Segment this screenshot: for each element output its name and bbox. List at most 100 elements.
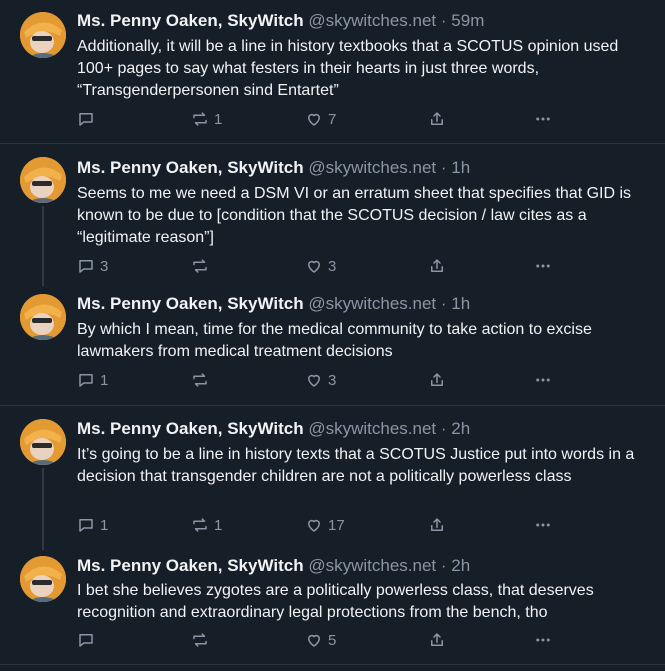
post-text: It’s going to be a line in history texts… — [77, 446, 635, 485]
like-button[interactable]: 3 — [305, 256, 336, 276]
reply-icon — [79, 634, 93, 647]
repost-button[interactable] — [191, 256, 214, 276]
post[interactable]: Ms. Penny Oaken, SkyWitch @skywitches.ne… — [0, 144, 665, 286]
post-time[interactable]: 2h — [451, 556, 470, 575]
author-handle[interactable]: @skywitches.net — [308, 158, 436, 177]
reply-icon — [79, 374, 93, 387]
more-button[interactable] — [534, 370, 552, 390]
post-time[interactable]: 2h — [451, 419, 470, 438]
repost-icon — [193, 373, 207, 387]
post-text: By which I mean, time for the medical co… — [77, 321, 592, 360]
repost-button[interactable]: 1 — [191, 515, 222, 535]
post-header: Ms. Penny Oaken, SkyWitch @skywitches.ne… — [77, 555, 470, 577]
post[interactable]: Ms. Penny Oaken, SkyWitch @skywitches.ne… — [0, 406, 665, 550]
more-button[interactable] — [534, 630, 552, 650]
more-icon — [536, 638, 550, 642]
reply-icon — [79, 260, 93, 273]
repost-count: 1 — [214, 516, 223, 534]
reply-button[interactable]: 1 — [77, 370, 108, 390]
share-button[interactable] — [428, 630, 446, 650]
avatar-image — [20, 419, 66, 465]
post-actions: 3 3 — [77, 256, 557, 276]
post-header: Ms. Penny Oaken, SkyWitch @skywitches.ne… — [77, 418, 470, 440]
repost-icon — [193, 633, 207, 647]
like-count: 17 — [328, 516, 345, 534]
post-time[interactable]: 59m — [451, 11, 484, 30]
like-count: 7 — [328, 110, 337, 128]
more-button[interactable] — [534, 109, 552, 129]
more-icon — [536, 523, 550, 527]
avatar[interactable] — [20, 294, 66, 340]
thread-line — [42, 468, 44, 550]
share-icon — [431, 259, 443, 272]
reply-button[interactable] — [77, 109, 100, 129]
author-name[interactable]: Ms. Penny Oaken, SkyWitch — [77, 294, 304, 313]
reply-count: 1 — [100, 516, 109, 534]
share-button[interactable] — [428, 109, 446, 129]
like-button[interactable]: 7 — [305, 109, 336, 129]
separator-dot: · — [440, 556, 447, 575]
reply-button[interactable]: 3 — [77, 256, 108, 276]
more-button[interactable] — [534, 515, 552, 535]
repost-icon — [193, 259, 207, 273]
author-handle[interactable]: @skywitches.net — [308, 294, 436, 313]
author-name[interactable]: Ms. Penny Oaken, SkyWitch — [77, 158, 304, 177]
heart-icon — [308, 374, 320, 387]
reply-count: 1 — [100, 371, 109, 389]
post-text: I bet she believes zygotes are a politic… — [77, 582, 594, 621]
avatar[interactable] — [20, 157, 66, 203]
post[interactable]: Ms. Penny Oaken, SkyWitch @skywitches.ne… — [0, 544, 665, 664]
author-handle[interactable]: @skywitches.net — [308, 556, 436, 575]
post[interactable]: Ms. Penny Oaken, SkyWitch @skywitches.ne… — [0, 281, 665, 405]
like-button[interactable]: 3 — [305, 370, 336, 390]
more-button[interactable] — [534, 256, 552, 276]
post-header: Ms. Penny Oaken, SkyWitch @skywitches.ne… — [77, 157, 470, 179]
separator-dot: · — [440, 294, 447, 313]
separator-dot: · — [440, 419, 447, 438]
avatar-image — [20, 556, 66, 602]
share-button[interactable] — [428, 256, 446, 276]
repost-button[interactable] — [191, 370, 214, 390]
author-name[interactable]: Ms. Penny Oaken, SkyWitch — [77, 419, 304, 438]
share-icon — [431, 633, 443, 646]
like-button[interactable]: 17 — [305, 515, 345, 535]
share-button[interactable] — [428, 370, 446, 390]
share-button[interactable] — [428, 515, 446, 535]
reply-button[interactable]: 1 — [77, 515, 108, 535]
share-icon — [431, 112, 443, 125]
avatar-image — [20, 294, 66, 340]
reply-button[interactable] — [77, 630, 100, 650]
like-count: 3 — [328, 371, 337, 389]
heart-icon — [308, 634, 320, 647]
post-time[interactable]: 1h — [451, 158, 470, 177]
more-icon — [536, 378, 550, 382]
author-name[interactable]: Ms. Penny Oaken, SkyWitch — [77, 556, 304, 575]
avatar[interactable] — [20, 12, 66, 58]
separator-dot: · — [440, 11, 447, 30]
post-actions: 1 7 — [77, 109, 557, 129]
author-handle[interactable]: @skywitches.net — [308, 11, 436, 30]
post-header: Ms. Penny Oaken, SkyWitch @skywitches.ne… — [77, 293, 470, 315]
post-header: Ms. Penny Oaken, SkyWitch @skywitches.ne… — [77, 10, 484, 32]
author-name[interactable]: Ms. Penny Oaken, SkyWitch — [77, 11, 304, 30]
post[interactable]: Ms. Penny Oaken, SkyWitch @skywitches.ne… — [0, 0, 665, 143]
repost-button[interactable] — [191, 630, 214, 650]
separator-dot: · — [440, 158, 447, 177]
more-icon — [536, 117, 550, 121]
heart-icon — [308, 260, 320, 273]
like-count: 5 — [328, 631, 337, 649]
like-button[interactable]: 5 — [305, 630, 336, 650]
reply-icon — [79, 113, 93, 126]
post-text: Seems to me we need a DSM VI or an errat… — [77, 185, 632, 246]
repost-icon — [193, 112, 207, 126]
divider — [0, 664, 665, 665]
post-text: Additionally, it will be a line in histo… — [77, 38, 619, 99]
author-handle[interactable]: @skywitches.net — [308, 419, 436, 438]
post-actions: 5 — [77, 630, 557, 650]
avatar-image — [20, 157, 66, 203]
avatar[interactable] — [20, 419, 66, 465]
post-time[interactable]: 1h — [451, 294, 470, 313]
avatar[interactable] — [20, 556, 66, 602]
post-actions: 1 1 17 — [77, 515, 557, 535]
repost-button[interactable]: 1 — [191, 109, 222, 129]
